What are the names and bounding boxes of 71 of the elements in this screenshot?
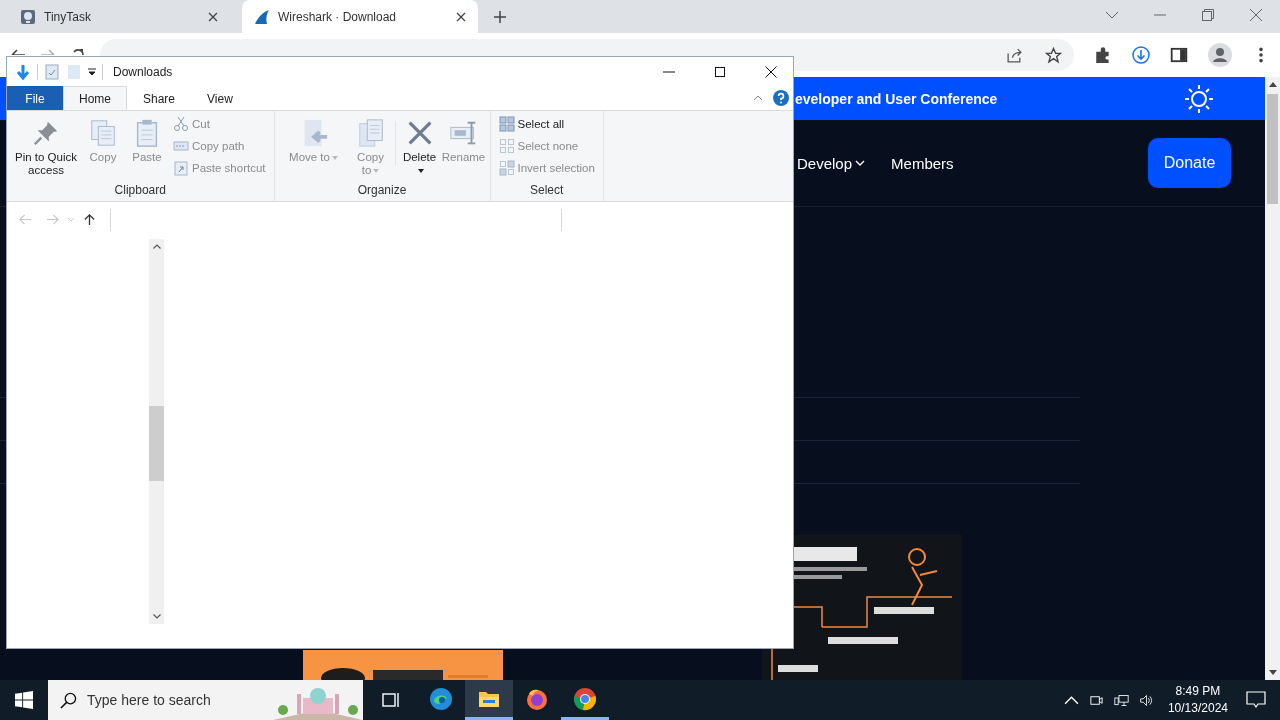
download-arrow-icon[interactable] — [15, 63, 31, 80]
star-icon[interactable] — [1045, 46, 1062, 64]
scrollbar-thumb[interactable] — [149, 406, 164, 481]
address-field[interactable] — [110, 208, 562, 231]
app-icon — [20, 8, 36, 25]
group-label: Select — [529, 183, 565, 199]
search-input[interactable]: Type here to search — [77, 692, 273, 708]
scrollbar-thumb[interactable] — [1267, 94, 1278, 204]
scrollbar[interactable] — [149, 239, 164, 624]
scroll-up-icon[interactable] — [1268, 82, 1277, 87]
browser-tab[interactable]: Wireshark · Download — [242, 0, 478, 33]
scroll-down-icon[interactable] — [1268, 670, 1277, 675]
ribbon-tab[interactable]: File — [7, 86, 63, 110]
ribbon-button[interactable]: Delete — [397, 115, 442, 183]
clock-time[interactable]: 8:49 PM — [1175, 683, 1221, 700]
scissors-icon — [173, 116, 189, 132]
ribbon-tab[interactable]: View — [191, 86, 249, 110]
up-icon[interactable] — [83, 213, 96, 226]
share-icon[interactable] — [1006, 46, 1023, 64]
back-icon[interactable] — [10, 47, 26, 55]
tab-title: TinyTask — [44, 9, 92, 24]
browser-tab[interactable]: TinyTask — [8, 0, 230, 33]
taskbar-app[interactable] — [465, 680, 513, 720]
empty-grid-icon — [498, 138, 515, 154]
scroll-down-icon[interactable] — [152, 614, 161, 619]
close-icon[interactable] — [456, 11, 466, 22]
path-icon — [173, 138, 189, 154]
profile-icon[interactable] — [1208, 43, 1232, 67]
volume-icon[interactable] — [1138, 692, 1154, 708]
ribbon-tab[interactable]: Share — [127, 86, 192, 110]
close-icon[interactable] — [765, 65, 777, 78]
ribbon-button[interactable]: Pin to Quick access — [11, 115, 81, 183]
new-tab-icon[interactable] — [494, 11, 506, 23]
task-view-icon[interactable] — [381, 690, 401, 710]
window-title: Downloads — [113, 64, 173, 79]
wave-icon[interactable] — [429, 686, 453, 711]
grid-icon — [498, 116, 515, 132]
nav-link[interactable]: Develop — [797, 154, 866, 172]
ribbon-button[interactable]: Select all — [498, 116, 595, 132]
puzzle-icon[interactable] — [1094, 46, 1112, 64]
banner-text[interactable]: eveloper and User Conference — [795, 90, 998, 107]
search-icon — [60, 691, 77, 709]
download-icon[interactable] — [1132, 46, 1150, 64]
copy-icon — [88, 117, 118, 149]
shortcut-icon — [173, 160, 189, 176]
search-bar[interactable]: Type here to search — [48, 680, 363, 720]
donate-button[interactable]: Donate — [1148, 138, 1231, 188]
sun-icon[interactable] — [1183, 82, 1215, 115]
ring-icon[interactable] — [573, 686, 597, 711]
nav-link[interactable]: Members — [891, 154, 954, 172]
scroll-up-icon[interactable] — [152, 244, 161, 249]
side-panel-icon[interactable] — [1170, 46, 1188, 64]
maximize-icon[interactable] — [714, 65, 726, 78]
restore-icon[interactable] — [1201, 8, 1215, 22]
reload-icon[interactable] — [70, 47, 86, 55]
scrollbar[interactable] — [1265, 77, 1280, 680]
clock-date[interactable]: 10/13/2024 — [1167, 700, 1228, 717]
start-icon[interactable] — [15, 691, 33, 709]
notification-icon[interactable] — [1246, 691, 1266, 709]
fin-icon — [254, 8, 270, 25]
customize-icon[interactable] — [88, 67, 96, 76]
help-icon[interactable] — [773, 90, 789, 106]
tab-title: Wireshark · Download — [278, 9, 398, 24]
close-icon[interactable] — [208, 11, 218, 22]
ribbon-tab[interactable]: Home — [63, 86, 127, 110]
chevron-down-icon[interactable] — [855, 160, 866, 166]
group-label: Organize — [356, 183, 408, 199]
invert-grid-icon — [498, 160, 515, 176]
network-icon[interactable] — [1113, 692, 1129, 708]
group-label: Clipboard — [113, 183, 167, 199]
caret-icon[interactable] — [417, 168, 424, 173]
